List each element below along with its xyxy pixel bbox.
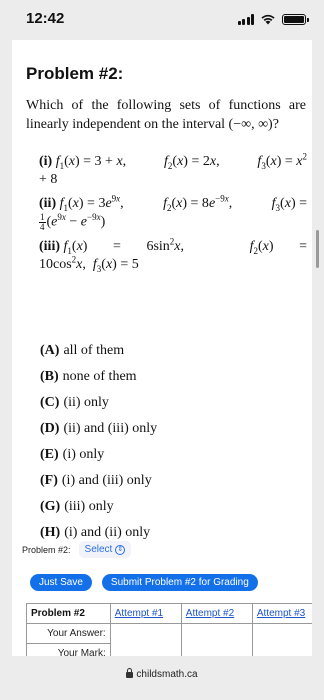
browser-address-bar[interactable]: childsmath.ca [0,656,324,700]
option-b[interactable]: (B) none of them [40,364,157,390]
lock-icon [126,668,134,678]
function-set-i: (i) f1(x) = 3 + x, f2(x) = 2x, f3(x) = x… [39,151,307,187]
option-c[interactable]: (C) (ii) only [40,390,157,416]
answer-select-row: Problem #2: Select ⇕ [22,541,132,558]
attempts-table: Problem #2 Attempt #1 Attempt #2 Attempt… [26,603,312,656]
part-i-label: (i) [39,154,53,169]
answer-select-label: Problem #2: [22,544,71,555]
scroll-indicator[interactable] [316,230,319,268]
answer-select[interactable]: Select ⇕ [78,541,132,558]
attempt-2-link[interactable]: Attempt #2 [180,603,253,624]
part-ii-label: (ii) [39,196,57,211]
part-iii-label: (iii) [39,239,60,254]
your-mark-label: Your Mark: [26,643,111,656]
option-f[interactable]: (F) (i) and (iii) only [40,468,157,494]
chevron-updown-icon: ⇕ [115,544,126,555]
attempts-header: Problem #2 [26,603,111,624]
question-text: Which of the following sets of functions… [26,98,306,132]
action-buttons: Just Save Submit Problem #2 for Grading [30,574,258,591]
just-save-button[interactable]: Just Save [30,574,92,591]
your-answer-label: Your Answer: [26,623,111,644]
option-e[interactable]: (E) (i) only [40,442,157,468]
option-g[interactable]: (G) (iii) only [40,494,157,520]
battery-icon [282,13,309,25]
function-set-ii: (ii) f1(x) = 3e9x, f2(x) = 8e−9x, f3(x) … [39,193,307,232]
attempt-3-link[interactable]: Attempt #3 [251,603,312,624]
signal-icon [237,13,254,25]
system-icons [237,13,309,25]
url-text: childsmath.ca [136,669,198,680]
status-bar: 12:42 [0,0,324,40]
submit-button[interactable]: Submit Problem #2 for Grading [101,574,258,591]
problem-title: Problem #2: [26,64,124,83]
attempt-1-link[interactable]: Attempt #1 [109,603,182,624]
answer-options: (A) all of them (B) none of them (C) (ii) o… [40,338,157,546]
option-a[interactable]: (A) all of them [40,338,157,364]
option-d[interactable]: (D) (ii) and (iii) only [40,416,157,442]
wifi-icon [261,14,275,25]
function-set-iii: (iii) f1(x) = 6sin2x, f2(x) = 10cos2x, f… [39,236,307,274]
status-time: 12:42 [26,10,65,27]
problem-page[interactable]: Problem #2: Which of the following sets … [12,40,312,656]
